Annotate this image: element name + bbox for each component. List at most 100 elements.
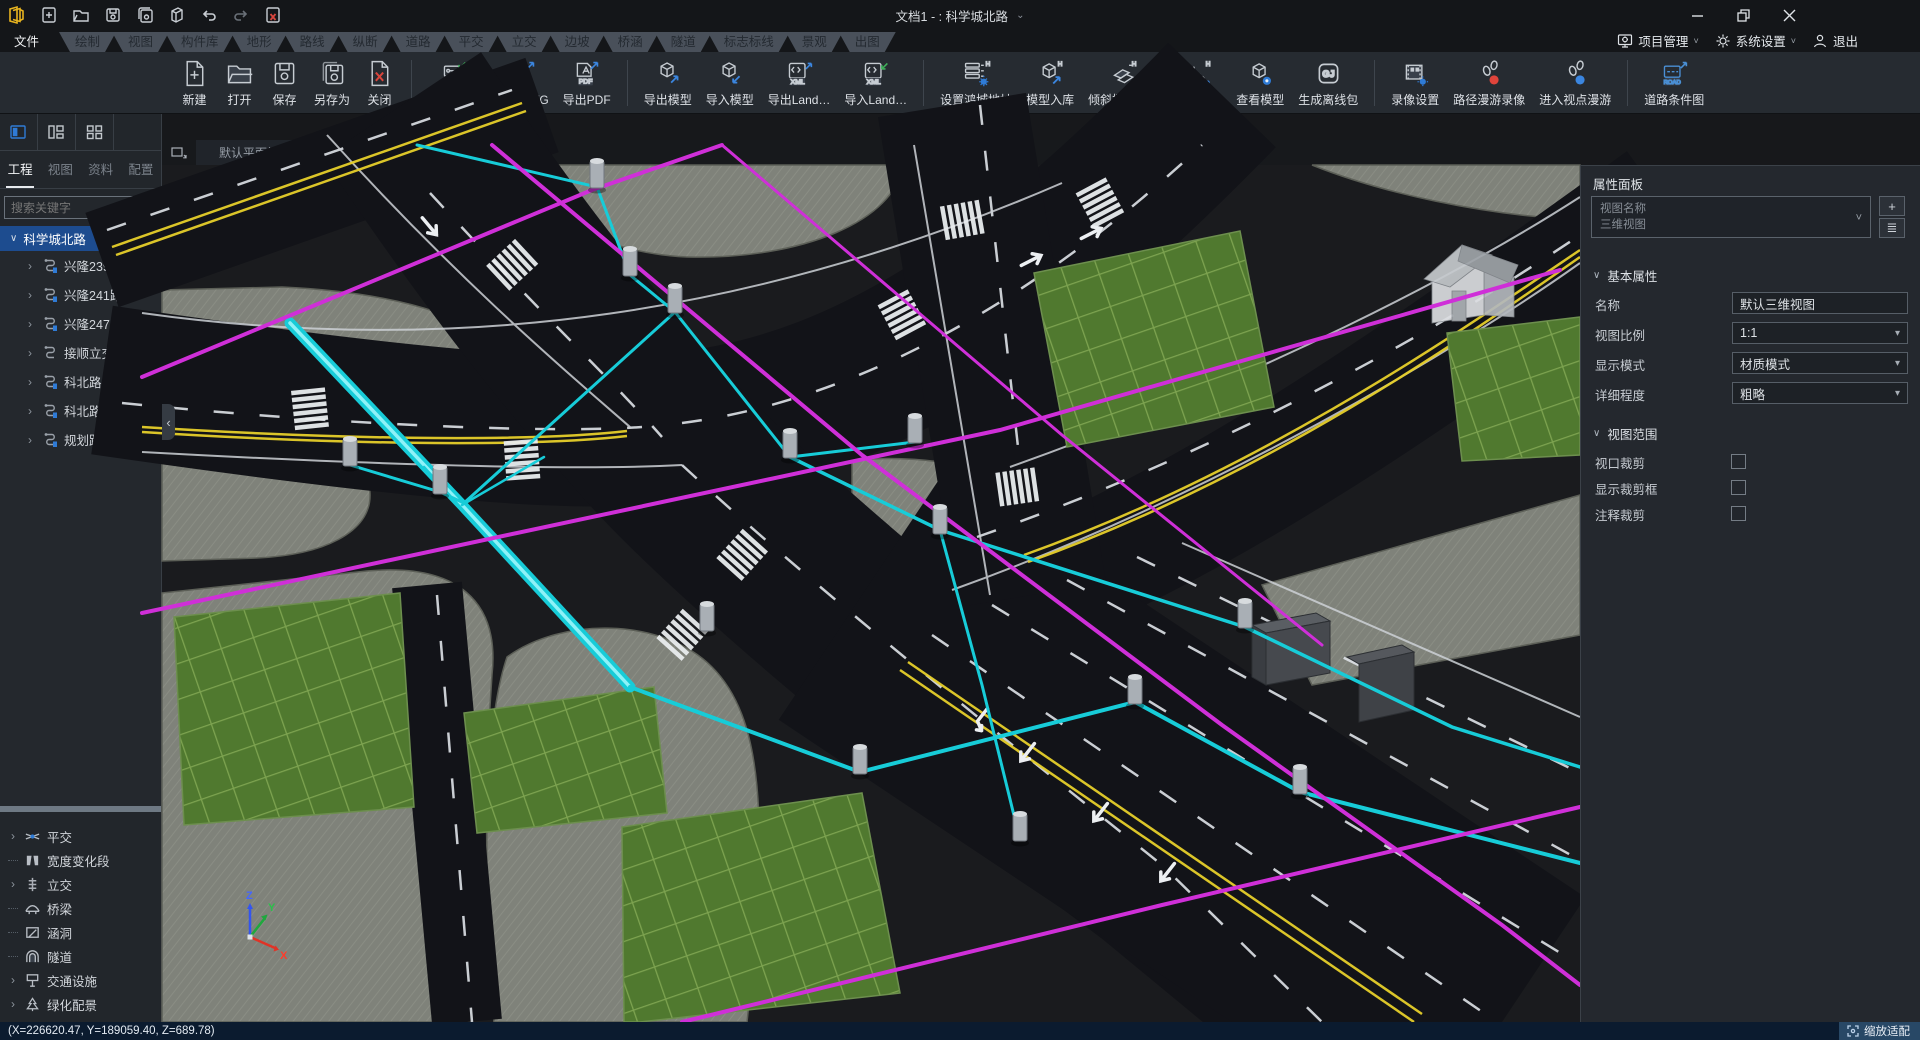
menu-tab-output[interactable]: 出图: [839, 32, 896, 52]
view-selector-line2: 三维视图: [1600, 217, 1862, 233]
menu-tab-file[interactable]: 文件: [0, 32, 53, 52]
name-input[interactable]: 默认三维视图: [1732, 292, 1908, 314]
new-button[interactable]: 新建: [172, 55, 217, 111]
view-scale-select[interactable]: 1:1 ▾: [1732, 322, 1908, 344]
export-model-button[interactable]: 导出模型: [637, 55, 699, 111]
tab-config[interactable]: 配置: [121, 159, 161, 180]
library-item[interactable]: 宽度变化段: [0, 848, 161, 872]
view-selector-combo[interactable]: 视图名称 三维视图 ˅: [1591, 196, 1871, 238]
project-manage-menu[interactable]: 项目管理 ˅: [1617, 31, 1698, 50]
zoom-fit-button[interactable]: 缩放适配: [1839, 1022, 1920, 1040]
menu-tab-bridge-culvert[interactable]: 桥涵: [602, 32, 659, 52]
section-view-range[interactable]: ∨ 视图范围: [1593, 424, 1657, 443]
menu-tab-component-library[interactable]: 构件库: [165, 32, 235, 52]
chevron-right-icon[interactable]: ›: [28, 259, 36, 273]
export-landxml-button[interactable]: XML 导出Land…: [761, 55, 838, 111]
library-item[interactable]: 涵洞: [0, 920, 161, 944]
menu-tab-profile[interactable]: 纵断: [337, 32, 394, 52]
menu-tab-at-grade[interactable]: 平交: [443, 32, 500, 52]
maximize-button[interactable]: [1720, 0, 1766, 30]
save-as-icon: [317, 58, 348, 89]
redo-icon[interactable]: [230, 4, 252, 26]
float-view-button[interactable]: [162, 140, 196, 165]
chevron-right-icon[interactable]: ›: [8, 877, 18, 891]
open-button[interactable]: 打开: [217, 55, 262, 111]
panel-left-layout-button[interactable]: [0, 114, 38, 150]
cursor-coordinates: (X=226620.47, Y=189059.40, Z=689.78): [0, 1025, 215, 1037]
save-as-button[interactable]: 另存为: [307, 55, 357, 111]
menu-tab-interchange[interactable]: 立交: [496, 32, 553, 52]
model-box-icon[interactable]: [166, 4, 188, 26]
new-doc-icon[interactable]: [38, 4, 60, 26]
menu-tab-road[interactable]: 道路: [390, 32, 447, 52]
save-button[interactable]: 保存: [262, 55, 307, 111]
sidebar-collapse-handle[interactable]: ‹: [162, 404, 175, 440]
close-doc-icon[interactable]: [262, 4, 284, 26]
minimize-button[interactable]: [1674, 0, 1720, 30]
chevron-right-icon[interactable]: ›: [28, 375, 36, 389]
route-icon: [41, 373, 59, 391]
tab-project[interactable]: 工程: [0, 159, 40, 180]
path-roam-record-button[interactable]: 路径漫游录像: [1446, 55, 1532, 111]
section-basic-properties[interactable]: ∨ 基本属性: [1593, 266, 1657, 285]
library-item[interactable]: › 立交: [0, 872, 161, 896]
offline-package-button[interactable]: GJ 生成离线包: [1291, 55, 1365, 111]
import-landxml-button[interactable]: XML 导入Land…: [837, 55, 914, 111]
save-file-icon: [269, 58, 300, 89]
chevron-right-icon[interactable]: ›: [8, 829, 18, 843]
viewport-3d-scene[interactable]: Z Y X: [162, 165, 1580, 1022]
road-condition-map-button[interactable]: ROAD 道路条件图: [1637, 55, 1711, 111]
sidebar-splitter[interactable]: [0, 806, 161, 812]
model-to-library-button[interactable]: H 模型入库: [1019, 55, 1081, 111]
viewpoint-roam-button[interactable]: 进入视点漫游: [1532, 55, 1618, 111]
app-logo-icon: [6, 4, 28, 26]
view-model-button[interactable]: 查看模型: [1229, 55, 1291, 111]
record-settings-button[interactable]: 录像设置: [1384, 55, 1446, 111]
tab-view[interactable]: 视图: [40, 159, 80, 180]
menu-tab-markings[interactable]: 标志标线: [708, 32, 790, 52]
library-item[interactable]: › 绿化配景: [0, 992, 161, 1016]
open-folder-icon[interactable]: [70, 4, 92, 26]
library-item[interactable]: 桥梁: [0, 896, 161, 920]
menu-tab-terrain[interactable]: 地形: [231, 32, 288, 52]
system-settings-menu[interactable]: 系统设置 ˅: [1715, 31, 1796, 50]
menu-tab-slope[interactable]: 边坡: [549, 32, 606, 52]
chevron-right-icon[interactable]: ›: [8, 997, 18, 1011]
library-item[interactable]: 隧道: [0, 944, 161, 968]
chevron-right-icon[interactable]: ›: [28, 288, 36, 302]
open-file-icon: [224, 58, 255, 89]
undo-icon[interactable]: [198, 4, 220, 26]
menu-tab-draw[interactable]: 绘制: [59, 32, 116, 52]
show-crop-box-checkbox[interactable]: [1731, 480, 1746, 495]
annotation-crop-checkbox[interactable]: [1731, 506, 1746, 521]
save-all-icon[interactable]: [134, 4, 156, 26]
menu-tab-route[interactable]: 路线: [284, 32, 341, 52]
library-item[interactable]: › 平交: [0, 824, 161, 848]
panel-mosaic-layout-button[interactable]: [38, 114, 76, 150]
add-view-button[interactable]: +: [1879, 196, 1905, 216]
chevron-right-icon[interactable]: ›: [28, 317, 36, 331]
save-icon[interactable]: [102, 4, 124, 26]
chevron-right-icon[interactable]: ›: [28, 433, 36, 447]
chevron-right-icon[interactable]: ›: [28, 404, 36, 418]
detail-level-select[interactable]: 粗略 ▾: [1732, 382, 1908, 404]
close-button[interactable]: [1766, 0, 1812, 30]
library-item[interactable]: › 交通设施: [0, 968, 161, 992]
exit-menu[interactable]: 退出: [1812, 31, 1858, 50]
chevron-right-icon[interactable]: ›: [28, 346, 36, 360]
menu-tab-tunnel[interactable]: 隧道: [655, 32, 712, 52]
export-pdf-button[interactable]: PDF 导出PDF: [556, 55, 618, 111]
viewport-crop-checkbox[interactable]: [1731, 454, 1746, 469]
title-bar: 文档1 - : 科学城北路 ⌄: [0, 0, 1920, 30]
tab-data[interactable]: 资料: [81, 159, 121, 180]
view-list-button[interactable]: ≣: [1879, 218, 1905, 238]
chevron-right-icon[interactable]: ›: [8, 973, 18, 987]
menu-tab-view[interactable]: 视图: [112, 32, 169, 52]
field-row-name: 名称 默认三维视图: [1581, 292, 1920, 316]
panel-grid-layout-button[interactable]: [76, 114, 114, 150]
menu-tab-landscape[interactable]: 景观: [786, 32, 843, 52]
import-model-button[interactable]: 导入模型: [699, 55, 761, 111]
viewport-area: 默认平面视图 科学城北路 ✕ ‹: [162, 114, 1580, 1022]
close-file-button[interactable]: 关闭: [357, 55, 402, 111]
display-mode-select[interactable]: 材质模式 ▾: [1732, 352, 1908, 374]
